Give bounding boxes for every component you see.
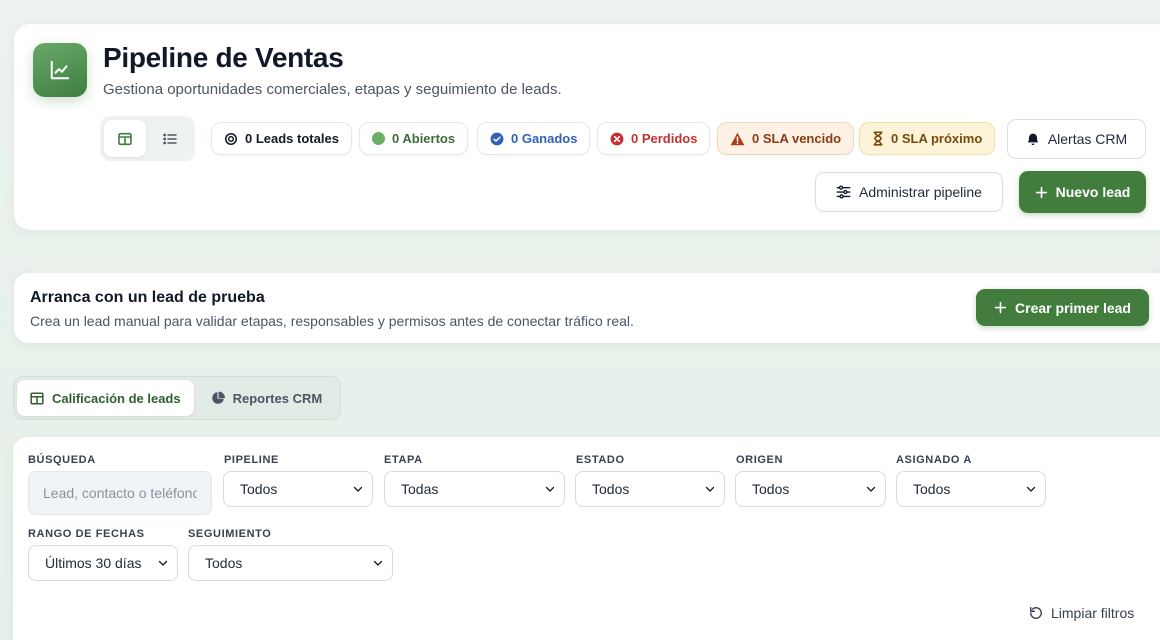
origin-label: ORIGEN <box>736 454 783 466</box>
stat-leads-total-label: 0 Leads totales <box>245 131 339 146</box>
stage-select-value: Todas <box>401 481 439 497</box>
status-select-value: Todos <box>592 481 630 497</box>
page-title: Pipeline de Ventas <box>103 42 344 73</box>
search-label: BÚSQUEDA <box>28 454 96 466</box>
plus-icon <box>1035 186 1047 198</box>
page-subtitle: Gestiona oportunidades comerciales, etap… <box>103 81 562 98</box>
create-first-lead-button[interactable]: Crear primer lead <box>976 289 1149 326</box>
chevron-down-icon <box>705 486 715 492</box>
stat-open: 0 Abiertos <box>359 122 469 155</box>
list-icon <box>163 133 177 144</box>
stat-won-label: 0 Ganados <box>511 131 578 146</box>
stat-sla-overdue-label: 0 SLA vencido <box>752 131 842 146</box>
view-tabs: Calificación de leads Reportes CRM <box>13 376 341 420</box>
tab-crm-reports-label: Reportes CRM <box>232 390 323 406</box>
tab-lead-qualification-label: Calificación de leads <box>52 390 181 406</box>
new-lead-label: Nuevo lead <box>1055 184 1131 200</box>
onboarding-description: Crea un lead manual para validar etapas,… <box>30 313 634 329</box>
date-range-select[interactable]: Últimos 30 días <box>28 545 178 581</box>
stat-sla-overdue: 0 SLA vencido <box>717 122 855 155</box>
followup-label: SEGUIMIENTO <box>188 528 272 540</box>
chevron-down-icon <box>353 486 363 492</box>
stat-leads-total: 0 Leads totales <box>211 122 352 155</box>
followup-select-value: Todos <box>205 555 243 571</box>
stat-sla-upcoming: 0 SLA próximo <box>859 122 996 155</box>
assigned-select-value: Todos <box>913 481 951 497</box>
chevron-down-icon <box>158 560 168 566</box>
crm-alerts-button[interactable]: Alertas CRM <box>1007 119 1146 159</box>
stage-select[interactable]: Todas <box>384 471 565 507</box>
view-toggle <box>100 116 195 161</box>
stat-won: 0 Ganados <box>477 122 591 155</box>
header-card: Pipeline de Ventas Gestiona oportunidade… <box>14 24 1160 230</box>
clear-filters-button[interactable]: Limpiar filtros <box>1029 605 1134 621</box>
target-icon <box>224 132 238 145</box>
manage-pipeline-button[interactable]: Administrar pipeline <box>815 172 1003 212</box>
sliders-icon <box>836 185 851 199</box>
origin-select[interactable]: Todos <box>735 471 886 507</box>
tab-crm-reports[interactable]: Reportes CRM <box>198 380 336 416</box>
chevron-down-icon <box>373 560 383 566</box>
reset-icon <box>1030 607 1042 619</box>
list-view-button[interactable] <box>150 120 192 157</box>
clear-filters-label: Limpiar filtros <box>1051 605 1135 621</box>
date-range-label: RANGO DE FECHAS <box>28 528 145 540</box>
filters-card: BÚSQUEDA PIPELINE Todos ETAPA Todas ESTA… <box>13 437 1160 640</box>
origin-select-value: Todos <box>752 481 790 497</box>
crm-alerts-label: Alertas CRM <box>1047 131 1128 147</box>
chart-line-icon <box>33 43 87 97</box>
stat-sla-upcoming-label: 0 SLA próximo <box>891 131 983 146</box>
new-lead-button[interactable]: Nuevo lead <box>1019 171 1146 213</box>
search-input[interactable] <box>28 471 212 515</box>
stage-label: ETAPA <box>384 454 423 466</box>
status-label: ESTADO <box>576 454 625 466</box>
open-dot-icon <box>372 132 385 145</box>
manage-pipeline-label: Administrar pipeline <box>859 184 982 200</box>
followup-select[interactable]: Todos <box>188 545 393 581</box>
tab-lead-qualification[interactable]: Calificación de leads <box>17 380 194 416</box>
onboarding-title: Arranca con un lead de prueba <box>30 289 265 306</box>
stat-lost: 0 Perdidos <box>597 122 711 155</box>
chevron-down-icon <box>1026 486 1036 492</box>
pipeline-select-value: Todos <box>240 481 278 497</box>
pipeline-select[interactable]: Todos <box>223 471 373 507</box>
bell-icon <box>1027 133 1039 145</box>
pie-chart-icon <box>211 391 225 404</box>
date-range-select-value: Últimos 30 días <box>45 555 142 571</box>
table-icon <box>30 391 44 405</box>
check-circle-icon <box>490 132 504 145</box>
plus-icon <box>994 301 1007 314</box>
chevron-down-icon <box>866 486 876 492</box>
board-view-button[interactable] <box>104 120 146 157</box>
x-circle-icon <box>610 132 624 145</box>
onboarding-card: Arranca con un lead de prueba Crea un le… <box>14 273 1160 343</box>
chevron-down-icon <box>545 486 555 492</box>
create-first-lead-label: Crear primer lead <box>1015 299 1131 316</box>
pipeline-label: PIPELINE <box>224 454 279 466</box>
warning-icon <box>730 132 745 145</box>
stat-lost-label: 0 Perdidos <box>631 131 698 146</box>
assigned-label: ASIGNADO A <box>896 454 972 466</box>
status-select[interactable]: Todos <box>575 471 725 507</box>
hourglass-icon <box>873 131 883 146</box>
assigned-select[interactable]: Todos <box>896 471 1046 507</box>
stat-open-label: 0 Abiertos <box>392 131 456 146</box>
board-icon <box>117 132 132 145</box>
